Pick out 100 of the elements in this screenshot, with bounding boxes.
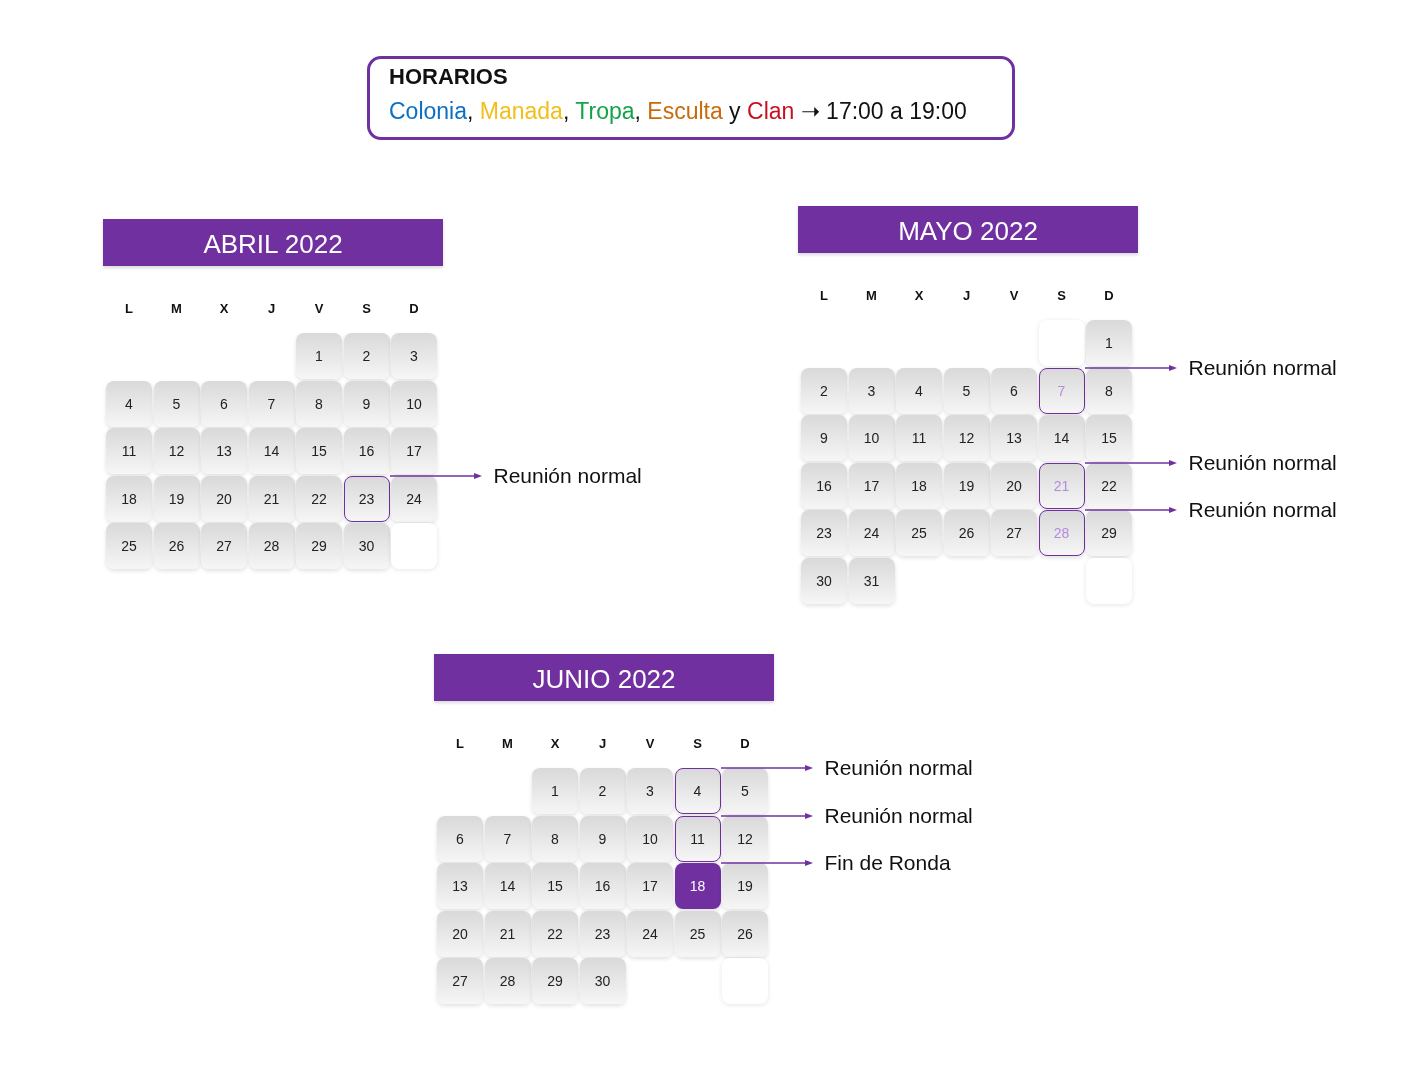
blank-day-tile xyxy=(722,958,768,1004)
day-cell: 16 xyxy=(801,462,847,509)
month-title: ABRIL 2022 xyxy=(103,219,443,266)
day-cell: 15 xyxy=(532,863,578,909)
note-label: Reunión normal xyxy=(824,802,973,829)
day-cell: 28 xyxy=(1038,510,1085,556)
day-cell: 30 xyxy=(579,958,626,1004)
day-cell: 24 xyxy=(627,910,673,957)
day-cell: 17 xyxy=(627,863,673,909)
weekday-label: J xyxy=(962,287,971,305)
day-cell: 29 xyxy=(296,523,342,569)
day-cell: 5 xyxy=(722,768,768,814)
day-cell: 8 xyxy=(532,815,578,862)
weekday-label: M xyxy=(502,735,513,753)
day-cell: 8 xyxy=(296,380,342,427)
blank-day-tile xyxy=(1086,557,1132,604)
day-cell: 23 xyxy=(579,910,626,957)
weekday-label: V xyxy=(314,300,324,318)
weekday-label: D xyxy=(740,735,750,753)
day-cell: 27 xyxy=(991,510,1037,556)
day-cell: 14 xyxy=(248,428,295,474)
day-cell: 2 xyxy=(343,333,390,379)
weekday-label: V xyxy=(645,735,655,753)
day-cell: 16 xyxy=(343,428,390,474)
day-cell: 11 xyxy=(106,428,152,474)
day-cell: 29 xyxy=(1086,510,1132,556)
weekday-label: M xyxy=(866,287,877,305)
day-cell: 14 xyxy=(1038,415,1085,461)
day-cell: 19 xyxy=(943,462,990,509)
day-cell: 20 xyxy=(991,462,1037,509)
weekday-label: V xyxy=(1009,287,1019,305)
day-cell: 30 xyxy=(801,557,847,604)
day-cell: 24 xyxy=(391,475,437,522)
day-cell: 22 xyxy=(532,910,578,957)
day-cell: 6 xyxy=(991,367,1037,414)
day-cell: 28 xyxy=(484,958,531,1004)
day-cell: 15 xyxy=(1086,415,1132,461)
day-cell: 11 xyxy=(674,815,721,862)
day-cell: 23 xyxy=(801,510,847,556)
schedule-text: Colonia, Manada, Tropa, Esculta y Clan ➝ 17:00 a 19:00 xyxy=(389,97,967,126)
day-cell: 19 xyxy=(153,475,200,522)
day-cell: 24 xyxy=(848,510,895,556)
note-label: Reunión normal xyxy=(1188,354,1337,381)
day-cell: 15 xyxy=(296,428,342,474)
weekday-label: X xyxy=(219,300,229,318)
day-cell: 25 xyxy=(896,510,942,556)
weekday-label: S xyxy=(362,300,371,318)
weekday-label: J xyxy=(598,735,607,753)
note-label: Reunión normal xyxy=(824,755,973,781)
day-cell: 20 xyxy=(201,475,247,522)
day-cell: 20 xyxy=(437,910,483,957)
day-cell: 12 xyxy=(153,428,200,474)
day-cell: 14 xyxy=(484,863,531,909)
weekday-label: L xyxy=(456,735,464,753)
day-cell: 1 xyxy=(1086,320,1132,366)
day-cell: 7 xyxy=(248,380,295,427)
day-cell: 25 xyxy=(674,910,721,957)
day-cell: 4 xyxy=(674,768,721,814)
blank-day-tile xyxy=(1038,320,1085,366)
day-cell: 12 xyxy=(943,415,990,461)
weekday-label: S xyxy=(693,735,702,753)
day-cell: 27 xyxy=(201,523,247,569)
day-cell: 1 xyxy=(296,333,342,379)
day-cell: 21 xyxy=(248,475,295,522)
weekday-label: D xyxy=(1104,287,1114,305)
day-cell: 13 xyxy=(991,415,1037,461)
day-cell: 27 xyxy=(437,958,483,1004)
day-cell: 22 xyxy=(296,475,342,522)
day-cell: 19 xyxy=(722,863,768,909)
day-cell: 16 xyxy=(579,863,626,909)
day-cell: 12 xyxy=(722,815,768,862)
day-cell: 21 xyxy=(484,910,531,957)
day-cell: 3 xyxy=(848,367,895,414)
day-cell: 9 xyxy=(801,415,847,461)
day-cell: 13 xyxy=(201,428,247,474)
weekday-label: S xyxy=(1057,287,1066,305)
day-cell: 2 xyxy=(801,367,847,414)
day-cell: 18 xyxy=(896,462,942,509)
day-cell: 18 xyxy=(674,863,721,909)
day-cell: 17 xyxy=(848,462,895,509)
day-cell: 26 xyxy=(153,523,200,569)
note-label: Reunión normal xyxy=(493,462,642,489)
day-cell: 31 xyxy=(848,557,895,604)
day-cell: 3 xyxy=(391,333,437,379)
day-cell: 10 xyxy=(848,415,895,461)
day-cell: 5 xyxy=(943,367,990,414)
weekday-label: X xyxy=(550,735,560,753)
schedule-title: HORARIOS xyxy=(389,64,508,90)
day-cell: 10 xyxy=(391,380,437,427)
weekday-label: D xyxy=(409,300,419,318)
day-cell: 22 xyxy=(1086,462,1132,509)
day-cell: 25 xyxy=(106,523,152,569)
day-cell: 10 xyxy=(627,815,673,862)
day-cell: 23 xyxy=(343,475,390,522)
day-cell: 13 xyxy=(437,863,483,909)
day-cell: 18 xyxy=(106,475,152,522)
weekday-label: J xyxy=(267,300,276,318)
day-cell: 21 xyxy=(1038,462,1085,509)
day-cell: 1 xyxy=(532,768,578,814)
day-cell: 26 xyxy=(943,510,990,556)
